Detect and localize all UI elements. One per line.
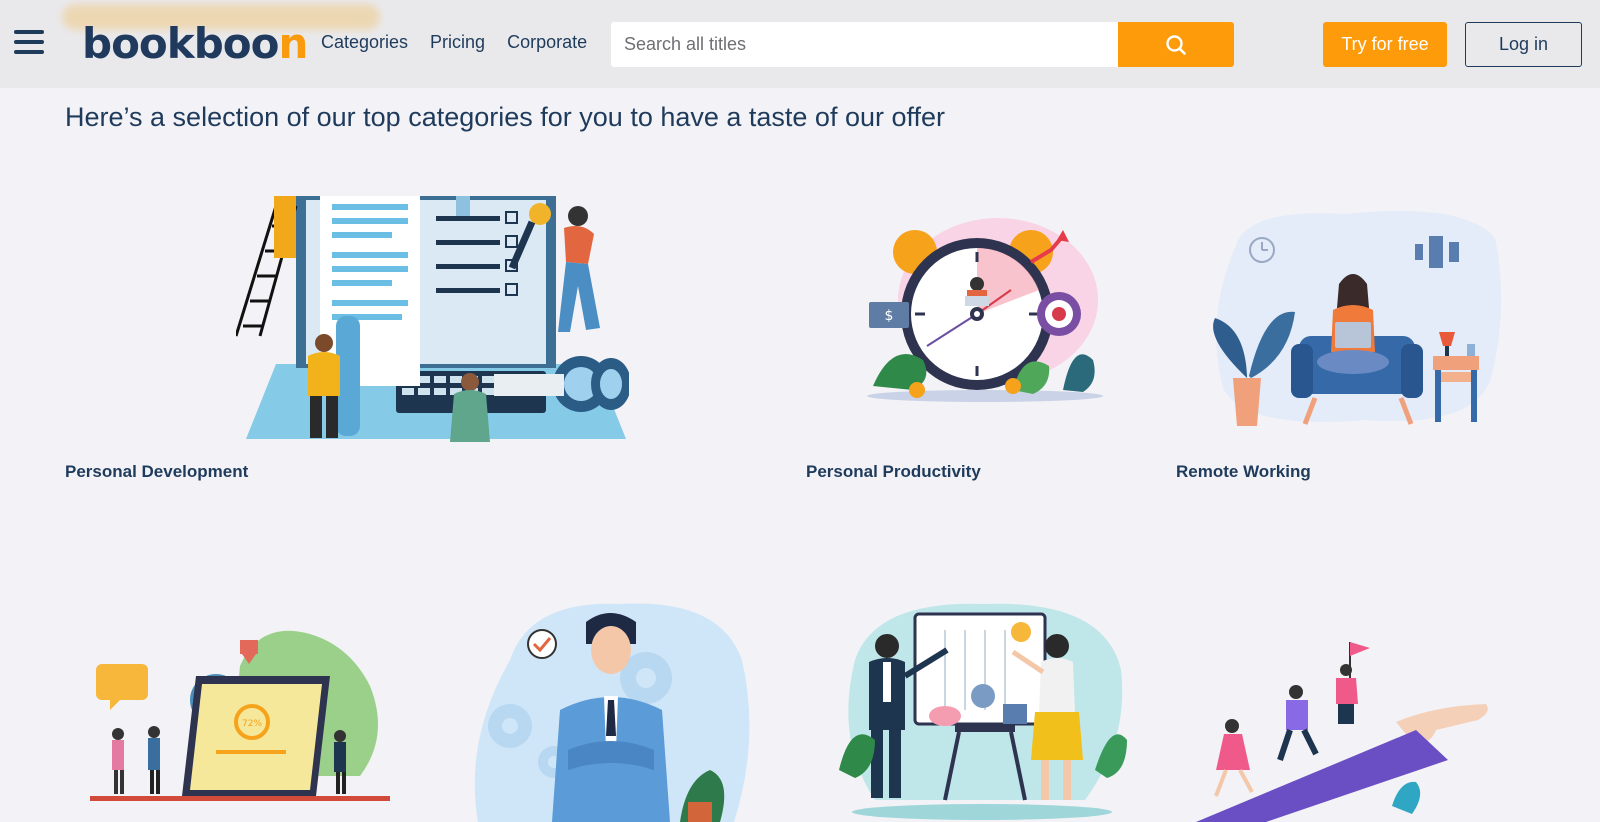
category-title-personal-development[interactable]: Personal Development xyxy=(65,462,248,482)
businessman-illustration xyxy=(474,603,750,822)
category-card-leadership[interactable] xyxy=(470,600,760,822)
try-for-free-button[interactable]: Try for free xyxy=(1323,22,1447,67)
search-button[interactable] xyxy=(1118,22,1234,67)
category-title-personal-productivity[interactable]: Personal Productivity xyxy=(806,462,981,482)
svg-text:$: $ xyxy=(885,308,894,324)
category-card-personal-productivity[interactable]: $ xyxy=(863,210,1109,404)
nav-pricing-link[interactable]: Pricing xyxy=(430,32,485,53)
team-climb-illustration xyxy=(1196,642,1488,822)
category-card-team-growth[interactable] xyxy=(1186,630,1492,822)
section-heading: Here’s a selection of our top categories… xyxy=(65,102,946,132)
menu-icon[interactable] xyxy=(14,30,46,56)
category-card-presentation[interactable] xyxy=(835,600,1129,822)
login-button[interactable]: Log in xyxy=(1465,22,1582,67)
search-icon xyxy=(1166,34,1186,55)
home-office-illustration xyxy=(1213,211,1502,426)
workspace-illustration xyxy=(236,196,629,442)
category-card-personal-development[interactable] xyxy=(236,196,629,442)
category-card-tech-update[interactable]: 72% xyxy=(90,626,396,822)
search-input[interactable] xyxy=(611,22,1119,67)
top-header: bookboon Categories Pricing Corporate Tr… xyxy=(0,0,1600,88)
presentation-illustration xyxy=(839,603,1127,820)
svg-text:72%: 72% xyxy=(242,719,262,729)
nav-corporate-link[interactable]: Corporate xyxy=(507,32,587,53)
clock-illustration: $ xyxy=(867,218,1103,402)
category-card-remote-working[interactable] xyxy=(1205,208,1505,430)
category-title-remote-working[interactable]: Remote Working xyxy=(1176,462,1311,482)
main-nav: Categories Pricing Corporate xyxy=(321,32,587,53)
laptop-update-illustration: 72% xyxy=(90,630,390,801)
nav-categories-link[interactable]: Categories xyxy=(321,32,408,53)
bookboon-logo[interactable]: bookboon xyxy=(82,18,308,70)
